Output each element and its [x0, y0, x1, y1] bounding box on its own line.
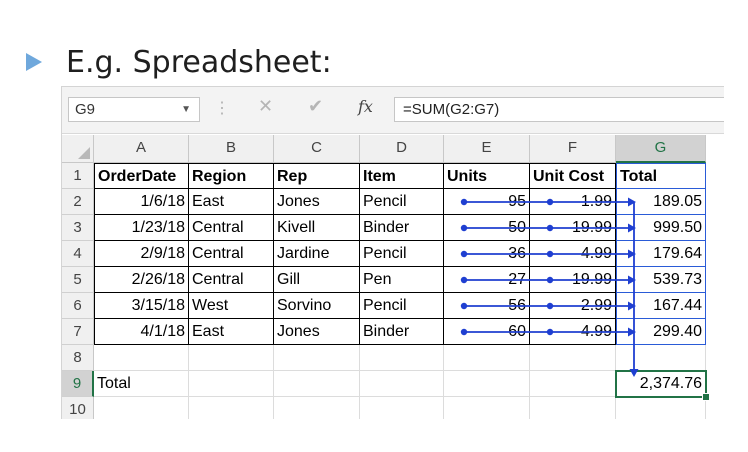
formula-bar: G9 ▼ ⋮ ✕ ✔ fx =SUM(G2:G7) — [62, 87, 724, 134]
slide-title: E.g. Spreadsheet: — [26, 42, 332, 82]
drag-handle-icon[interactable]: ⋮ — [214, 98, 231, 118]
bullet-triangle-icon — [26, 53, 42, 71]
chevron-down-icon[interactable]: ▼ — [181, 98, 191, 121]
trace-precedents-arrows — [460, 197, 639, 377]
formula-input[interactable]: =SUM(G2:G7) — [394, 97, 724, 122]
insert-function-icon[interactable]: fx — [358, 97, 373, 116]
enter-icon[interactable]: ✔ — [308, 96, 323, 117]
cancel-icon[interactable]: ✕ — [258, 96, 273, 117]
name-box[interactable]: G9 ▼ — [68, 97, 200, 122]
arrowhead-icon — [629, 369, 639, 377]
name-box-value: G9 — [75, 101, 96, 118]
spreadsheet-window: G9 ▼ ⋮ ✕ ✔ fx =SUM(G2:G7) ABCDEFG1234567… — [61, 86, 724, 419]
slide-title-text: E.g. Spreadsheet: — [66, 44, 332, 80]
